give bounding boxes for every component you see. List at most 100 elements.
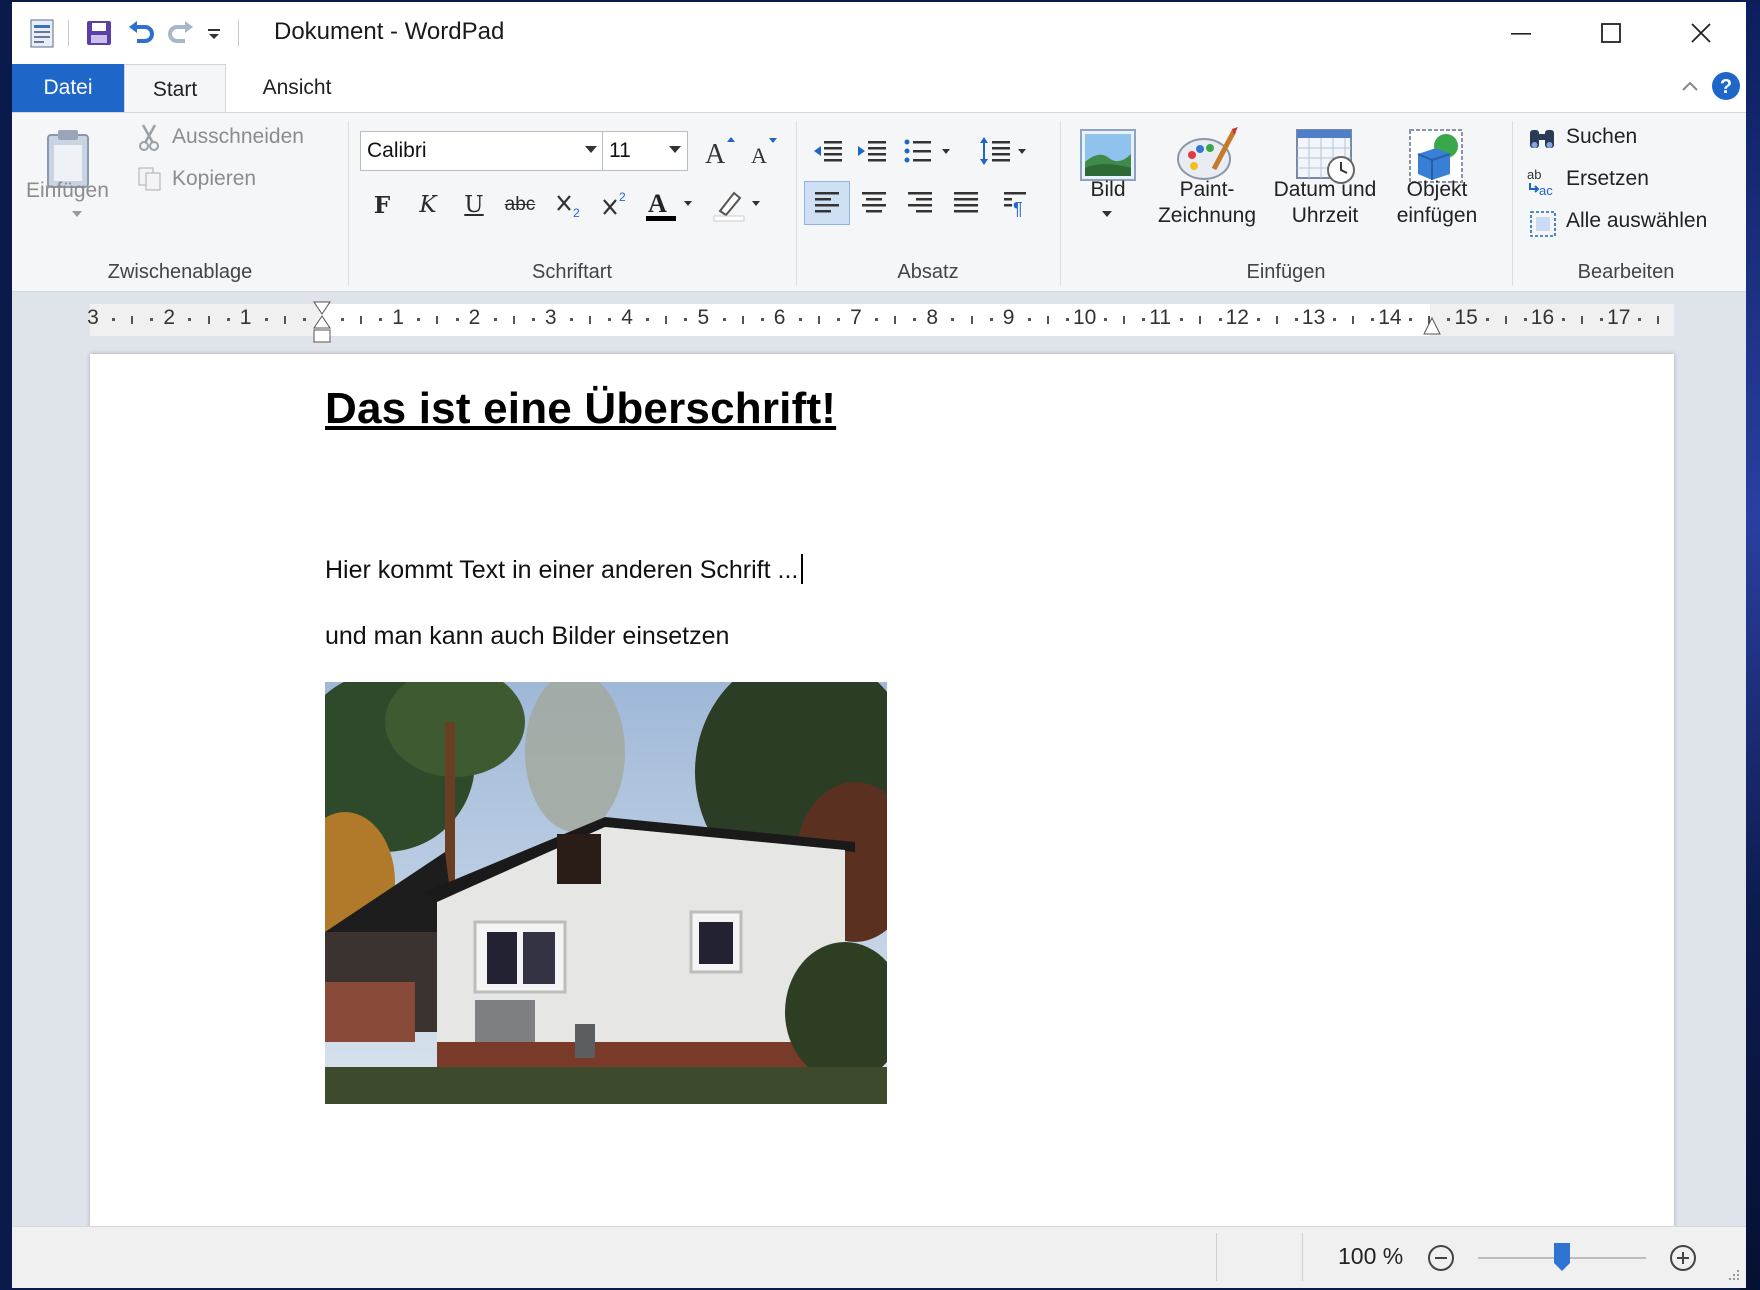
ruler-tick xyxy=(417,318,421,321)
inserted-house-photo[interactable] xyxy=(325,682,887,1104)
font-family-select[interactable]: Calibri xyxy=(360,131,604,171)
ruler-number: 12 xyxy=(1225,306,1249,329)
svg-text:¶: ¶ xyxy=(1013,199,1023,217)
italic-button[interactable]: K xyxy=(408,185,448,225)
copy-button[interactable]: Kopieren xyxy=(172,167,256,191)
undo-icon[interactable] xyxy=(124,16,158,50)
replace-icon: ab ac xyxy=(1526,167,1560,197)
ruler-tick xyxy=(1638,318,1642,321)
ruler-tick xyxy=(1065,318,1069,321)
ruler-tick xyxy=(989,318,993,321)
minimize-button[interactable] xyxy=(1476,2,1566,64)
ruler-number: 13 xyxy=(1301,306,1326,329)
bold-button[interactable]: F xyxy=(362,185,402,225)
close-button[interactable] xyxy=(1656,2,1746,64)
wordpad-window: Dokument - WordPad Datei Start Ansicht ?… xyxy=(12,2,1746,1288)
left-indent-marker[interactable] xyxy=(312,300,332,344)
ruler-tick xyxy=(226,318,230,321)
datetime-label[interactable]: Datum und Uhrzeit xyxy=(1260,177,1390,229)
shrink-font-icon[interactable]: A xyxy=(742,131,782,171)
insert-object-label[interactable]: Objekt einfügen xyxy=(1382,177,1492,229)
ruler-tick xyxy=(1046,316,1049,324)
window-title: Dokument - WordPad xyxy=(274,18,505,45)
ruler-number: 17 xyxy=(1607,306,1631,329)
datetime-label-line1: Datum und xyxy=(1273,178,1377,201)
chevron-down-icon xyxy=(585,146,597,153)
document-heading[interactable]: Das ist eine Überschrift! xyxy=(325,384,836,434)
separator xyxy=(68,20,69,46)
select-all-button[interactable]: Alle auswählen xyxy=(1566,209,1707,233)
font-color-button[interactable]: A xyxy=(642,185,698,225)
replace-button[interactable]: Ersetzen xyxy=(1566,167,1649,191)
paste-dropdown-icon[interactable] xyxy=(70,209,84,219)
decrease-indent-icon[interactable] xyxy=(808,131,848,171)
paragraph-icon[interactable]: ¶ xyxy=(996,183,1036,223)
ruler-tick xyxy=(1447,318,1451,321)
align-right-icon[interactable] xyxy=(900,183,940,223)
ruler-tick xyxy=(1504,316,1507,324)
find-button[interactable]: Suchen xyxy=(1566,125,1637,149)
select-all-icon xyxy=(1528,209,1558,239)
paste-button-label[interactable]: Einfügen xyxy=(26,179,109,203)
paint-label-line2: Zeichnung xyxy=(1157,204,1257,227)
document-paragraph-2[interactable]: und man kann auch Bilder einsetzen xyxy=(325,622,729,651)
right-indent-marker[interactable] xyxy=(1422,312,1442,338)
picture-icon[interactable] xyxy=(1078,127,1138,183)
resize-grip-icon[interactable] xyxy=(1724,1265,1742,1283)
ruler-tick xyxy=(760,318,764,321)
justify-icon[interactable] xyxy=(946,183,986,223)
ruler-number: 14 xyxy=(1378,306,1402,329)
align-left-icon[interactable] xyxy=(804,181,850,225)
zoom-in-icon[interactable] xyxy=(1666,1241,1700,1275)
help-icon[interactable]: ? xyxy=(1710,70,1742,102)
cut-button[interactable]: Ausschneiden xyxy=(172,125,304,149)
redo-icon[interactable] xyxy=(164,16,198,50)
ruler-tick xyxy=(798,318,802,321)
ruler-number: 6 xyxy=(773,306,786,329)
document-paragraph-1[interactable]: Hier kommt Text in einer anderen Schrift… xyxy=(325,554,804,585)
tab-file[interactable]: Datei xyxy=(12,64,124,112)
subscript-icon[interactable]: 2 xyxy=(550,185,590,225)
bullet-list-icon[interactable] xyxy=(900,131,960,171)
customize-quick-access-icon[interactable] xyxy=(202,16,226,50)
ruler-number: 8 xyxy=(926,306,939,329)
object-label-line2: einfügen xyxy=(1396,204,1478,227)
minimize-ribbon-icon[interactable] xyxy=(1678,74,1702,98)
chevron-down-icon xyxy=(669,146,681,153)
align-center-icon[interactable] xyxy=(854,183,894,223)
ruler-tick xyxy=(837,318,841,321)
ruler[interactable]: 3 2 1 1 2 3 4 5 6 7 8 9 10 11 12 13 14 15 16 17 xyxy=(87,301,1674,343)
zoom-slider-thumb[interactable] xyxy=(1552,1241,1572,1273)
wordpad-app-icon[interactable] xyxy=(26,16,58,50)
paint-drawing-label[interactable]: Paint- Zeichnung xyxy=(1142,177,1272,229)
superscript-icon[interactable]: 2 xyxy=(596,185,636,225)
ruler-tick xyxy=(875,318,879,321)
svg-text:ab: ab xyxy=(1527,167,1541,182)
zoom-out-icon[interactable] xyxy=(1424,1241,1458,1275)
grow-font-icon[interactable]: A xyxy=(698,131,738,171)
paint-palette-icon[interactable] xyxy=(1172,125,1242,185)
ruler-number: 1 xyxy=(239,306,252,329)
svg-text:2: 2 xyxy=(573,206,580,220)
tab-start[interactable]: Start xyxy=(124,64,226,114)
ruler-tick xyxy=(360,316,363,324)
highlight-color-button[interactable] xyxy=(710,185,766,225)
font-size-select[interactable]: 11 xyxy=(602,131,688,171)
status-separator xyxy=(1216,1233,1217,1281)
paint-label-line1: Paint- xyxy=(1179,178,1235,201)
insert-picture-label[interactable]: Bild xyxy=(1068,177,1148,203)
underline-button[interactable]: U xyxy=(454,185,494,225)
picture-dropdown-icon[interactable] xyxy=(1100,209,1114,219)
zoom-level-text: 100 % xyxy=(1338,1243,1404,1269)
ruler-tick xyxy=(1657,316,1660,324)
strikethrough-button[interactable]: abc xyxy=(500,185,540,225)
status-separator xyxy=(1302,1233,1303,1281)
increase-indent-icon[interactable] xyxy=(852,131,892,171)
svg-text:A: A xyxy=(705,139,726,168)
ruler-tick xyxy=(1104,318,1108,321)
line-spacing-icon[interactable] xyxy=(976,131,1036,171)
maximize-button[interactable] xyxy=(1566,2,1656,64)
tab-view[interactable]: Ansicht xyxy=(232,64,362,112)
save-icon[interactable] xyxy=(82,16,116,50)
ruler-number: 2 xyxy=(163,306,176,329)
